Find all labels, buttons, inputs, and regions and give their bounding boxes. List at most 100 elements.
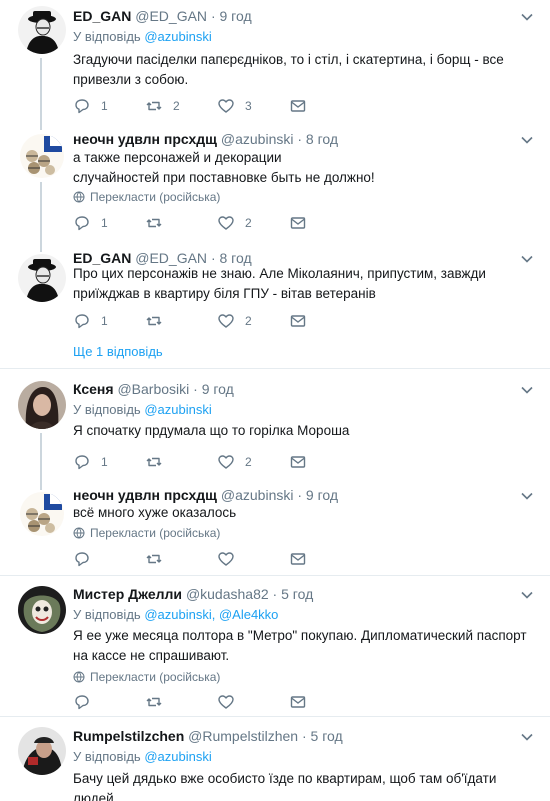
avatar-azubinski[interactable] [20, 492, 64, 536]
tweet[interactable]: Rumpelstilzchen @Rumpelstilzhen · 5 год … [0, 717, 550, 801]
like-count: 2 [245, 455, 252, 469]
like-button[interactable]: 2 [217, 213, 252, 233]
translate-label[interactable]: Перекласти (російська) [90, 670, 220, 684]
reply-mention-link[interactable]: @azubinski [144, 749, 211, 764]
translate-label[interactable]: Перекласти (російська) [90, 190, 220, 204]
chevron-down-icon[interactable] [520, 730, 534, 744]
retweet-button[interactable] [145, 549, 163, 569]
translate-link[interactable]: Перекласти (російська) [73, 670, 220, 684]
globe-icon [73, 671, 85, 683]
author-handle[interactable]: @azubinski [221, 487, 294, 503]
tweet-text: Бачу цей дядько вже особисто їзде по ква… [73, 771, 497, 801]
reply-mention-link[interactable]: @azubinski [144, 402, 211, 417]
tweet-actions [73, 692, 306, 712]
tweet-actions: 1 2 [73, 311, 306, 331]
author-handle[interactable]: @azubinski [221, 131, 294, 147]
reply-label: У відповідь [73, 607, 141, 622]
avatar-ed-gan[interactable] [18, 254, 66, 302]
timestamp[interactable]: 8 год [306, 131, 338, 147]
tweet-text: а также персонажей и декорации случайнос… [73, 150, 375, 185]
reply-button[interactable] [73, 692, 91, 712]
chevron-down-icon[interactable] [520, 133, 534, 147]
tweet[interactable]: Ксеня @Barbosiki · 9 год У відповідь @az… [0, 369, 550, 480]
tweet[interactable]: Мистер Джелли @kudasha82 · 5 год У відпо… [0, 576, 550, 716]
author-handle[interactable]: @kudasha82 [186, 586, 269, 602]
avatar-barbosiki[interactable] [18, 381, 66, 429]
globe-icon [73, 527, 85, 539]
avatar-image [18, 6, 66, 54]
retweet-button[interactable] [145, 311, 163, 331]
avatar-rumpelstilzhen[interactable] [18, 727, 66, 775]
translate-link[interactable]: Перекласти (російська) [73, 526, 220, 540]
chevron-down-icon[interactable] [520, 10, 534, 24]
timestamp[interactable]: 5 год [281, 586, 313, 602]
envelope-icon [290, 315, 306, 327]
reply-mention-link[interactable]: @azubinski [144, 607, 211, 622]
author-name[interactable]: неочн удвлн прсхдщ [73, 131, 217, 147]
reply-mention-link[interactable]: @azubinski [144, 29, 211, 44]
retweet-button[interactable] [145, 692, 163, 712]
like-button[interactable]: 3 [217, 96, 252, 116]
separator-dot: · [193, 381, 198, 397]
chevron-down-icon[interactable] [520, 383, 534, 397]
reply-button[interactable]: 1 [73, 96, 108, 116]
like-count: 2 [245, 216, 252, 230]
author-handle[interactable]: @ED_GAN [135, 8, 207, 24]
author-name[interactable]: Мистер Джелли [73, 586, 182, 602]
tweet-text: Я спочатку прдумала що то горілка Мороша [73, 423, 350, 438]
chevron-down-icon[interactable] [520, 489, 534, 503]
reply-button[interactable]: 1 [73, 311, 108, 331]
reply-button[interactable]: 1 [73, 213, 108, 233]
reply-icon [75, 314, 89, 329]
direct-message-button[interactable] [289, 452, 307, 472]
reply-label: У відповідь [73, 749, 141, 764]
heart-icon [218, 455, 234, 469]
timestamp[interactable]: 5 год [311, 728, 343, 744]
translate-link[interactable]: Перекласти (російська) [73, 190, 220, 204]
envelope-icon [290, 100, 306, 112]
tweet[interactable]: ED_GAN @ED_GAN · 9 год У відповідь @azub… [0, 0, 550, 120]
like-button[interactable]: 2 [217, 311, 252, 331]
tweet-actions: 1 2 [73, 213, 306, 233]
avatar-image [18, 381, 66, 429]
tweet[interactable]: ED_GAN @ED_GAN · 8 год Про цих персонажі… [0, 242, 550, 368]
author-handle[interactable]: @Rumpelstilzhen [188, 728, 298, 744]
avatar-ed-gan[interactable] [18, 6, 66, 54]
avatar-kudasha82[interactable] [18, 586, 66, 634]
like-button[interactable] [217, 549, 235, 569]
tweet[interactable]: неочн удвлн прсхдщ @azubinski · 9 год вс… [0, 480, 550, 575]
avatar-azubinski[interactable] [20, 134, 64, 178]
direct-message-button[interactable] [289, 549, 307, 569]
author-name[interactable]: ED_GAN [73, 8, 131, 24]
author-handle[interactable]: @Barbosiki [117, 381, 189, 397]
timestamp[interactable]: 9 год [202, 381, 234, 397]
retweet-button[interactable] [145, 213, 163, 233]
tweet[interactable]: неочн удвлн прсхдщ @azubinski · 8 год а … [0, 120, 550, 242]
reply-mention-link[interactable]: @Ale4kko [219, 607, 278, 622]
heart-icon [218, 552, 234, 566]
timestamp[interactable]: 9 год [306, 487, 338, 503]
direct-message-button[interactable] [289, 311, 307, 331]
show-more-replies-link[interactable]: Ще 1 відповідь [73, 344, 163, 359]
envelope-icon [290, 456, 306, 468]
envelope-icon [290, 696, 306, 708]
like-button[interactable] [217, 692, 235, 712]
chevron-down-icon[interactable] [520, 588, 534, 602]
timestamp[interactable]: 9 год [220, 8, 252, 24]
tweet-text: Я ее уже месяца полтора в "Метро" покупа… [73, 628, 527, 663]
direct-message-button[interactable] [289, 96, 307, 116]
translate-label[interactable]: Перекласти (російська) [90, 526, 220, 540]
reply-button[interactable]: 1 [73, 452, 108, 472]
direct-message-button[interactable] [289, 213, 307, 233]
reply-button[interactable] [73, 549, 91, 569]
like-button[interactable]: 2 [217, 452, 252, 472]
author-name[interactable]: Rumpelstilzchen [73, 728, 184, 744]
retweet-button[interactable] [145, 452, 163, 472]
avatar-image [20, 134, 64, 178]
heart-icon [218, 216, 234, 230]
author-name[interactable]: Ксеня [73, 381, 114, 397]
direct-message-button[interactable] [289, 692, 307, 712]
retweet-icon [146, 218, 162, 228]
retweet-button[interactable]: 2 [145, 96, 180, 116]
author-name[interactable]: неочн удвлн прсхдщ [73, 487, 217, 503]
